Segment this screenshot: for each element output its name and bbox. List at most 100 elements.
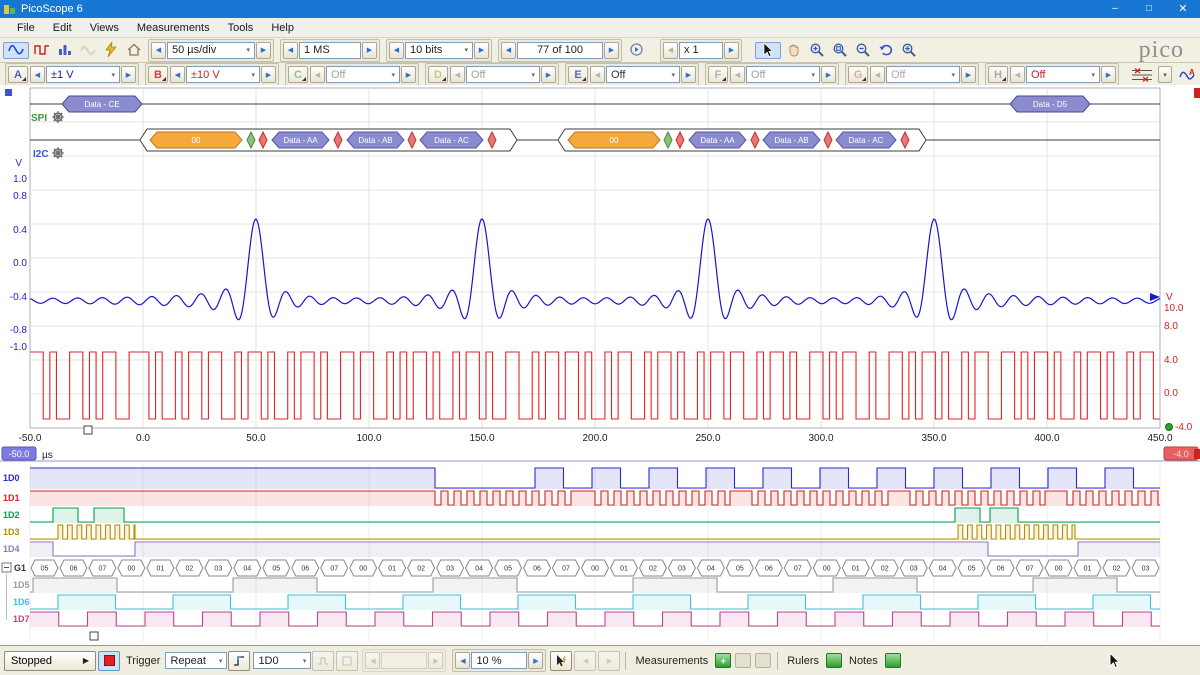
math-channels-button[interactable]: A (1177, 65, 1199, 85)
pretrigger-value (381, 652, 427, 669)
edit-measurement-button[interactable] (735, 653, 751, 668)
channel-G-next-button[interactable]: ▶ (961, 66, 976, 83)
trigger-marker[interactable] (84, 426, 92, 434)
timebase-next-button[interactable]: ▶ (256, 42, 271, 59)
digital-view-button[interactable] (31, 40, 52, 60)
menu-tools[interactable]: Tools (219, 22, 263, 34)
trigger-position-value[interactable]: 10 % (471, 652, 527, 669)
menu-measurements[interactable]: Measurements (128, 22, 219, 34)
channel-C-button[interactable]: C (288, 66, 308, 83)
maximize-button[interactable]: □ (1132, 0, 1166, 18)
channel-H-range-select[interactable]: Off▾ (1026, 66, 1100, 83)
channel-E-next-button[interactable]: ▶ (681, 66, 696, 83)
spectrum-view-button[interactable] (54, 40, 75, 60)
channel-C-next-button[interactable]: ▶ (401, 66, 416, 83)
prev-marker-button[interactable]: ◀ (574, 651, 596, 671)
trigger-mode-select[interactable]: Repeat▾ (165, 652, 227, 669)
channel-C-prev-button[interactable]: ◀ (310, 66, 325, 83)
notes-button[interactable] (885, 653, 901, 668)
waveform-display[interactable]: Data - CEData - D500Data - AAData - ABDa… (0, 85, 1200, 645)
zoom-next-button[interactable]: ▶ (724, 42, 739, 59)
record-button[interactable] (98, 651, 120, 671)
scope-canvas[interactable]: Data - CEData - D500Data - AAData - ABDa… (0, 85, 1200, 645)
channel-D-button[interactable]: D (428, 66, 448, 83)
digital-channels-button[interactable] (1128, 65, 1156, 85)
channel-B-next-button[interactable]: ▶ (261, 66, 276, 83)
channel-H-button[interactable]: H (988, 66, 1008, 83)
menu-file[interactable]: File (8, 22, 44, 34)
channel-A-button[interactable]: A (8, 66, 28, 83)
channel-E-range-select[interactable]: Off▾ (606, 66, 680, 83)
trigger-marker-button[interactable] (550, 651, 572, 671)
timebase-select[interactable]: 50 µs/div▾ (167, 42, 255, 59)
pretrigger-next-button[interactable]: ▶ (428, 652, 443, 669)
close-button[interactable]: ✕ (1166, 0, 1200, 18)
channel-G-prev-button[interactable]: ◀ (870, 66, 885, 83)
menu-views[interactable]: Views (81, 22, 128, 34)
channel-A-prev-button[interactable]: ◀ (30, 66, 45, 83)
overview-handle[interactable] (5, 89, 12, 96)
channel-F-button[interactable]: F (708, 66, 728, 83)
resolution-select[interactable]: 10 bits▾ (405, 42, 473, 59)
channel-H-next-button[interactable]: ▶ (1101, 66, 1116, 83)
samples-prev-button[interactable]: ◀ (283, 42, 298, 59)
hand-tool-button[interactable] (783, 40, 804, 60)
channel-B-button[interactable]: B (148, 66, 168, 83)
zoom-factor-select[interactable]: x 1 (679, 42, 723, 59)
pretrigger-prev-button[interactable]: ◀ (365, 652, 380, 669)
minimize-button[interactable]: – (1098, 0, 1132, 18)
channel-B-prev-button[interactable]: ◀ (170, 66, 185, 83)
resolution-prev-button[interactable]: ◀ (389, 42, 404, 59)
zoom-window-tool-button[interactable] (829, 40, 850, 60)
zoom-prev-button[interactable]: ◀ (663, 42, 678, 59)
zoom-out-tool-button[interactable] (852, 40, 873, 60)
trigger-edge-button[interactable] (228, 651, 250, 671)
scope-view-button[interactable] (3, 42, 29, 59)
probe-wizard-button[interactable] (100, 40, 121, 60)
menu-help[interactable]: Help (262, 22, 303, 34)
channel-D-prev-button[interactable]: ◀ (450, 66, 465, 83)
trigger-props-button[interactable] (336, 651, 358, 671)
undo-zoom-button[interactable] (875, 40, 896, 60)
buffer-navigator-button[interactable] (626, 40, 647, 60)
channel-F-prev-button[interactable]: ◀ (730, 66, 745, 83)
channel-C-range-select[interactable]: Off▾ (326, 66, 400, 83)
timebase-prev-button[interactable]: ◀ (151, 42, 166, 59)
channel-F-range-select[interactable]: Off▾ (746, 66, 820, 83)
channel-E-prev-button[interactable]: ◀ (590, 66, 605, 83)
channel-E-button[interactable]: E (568, 66, 588, 83)
channel-A-next-button[interactable]: ▶ (121, 66, 136, 83)
trigger-position-next-button[interactable]: ▶ (528, 652, 543, 669)
trigger-position-prev-button[interactable]: ◀ (455, 652, 470, 669)
trigger-advanced-button[interactable] (312, 651, 334, 671)
resolution-next-button[interactable]: ▶ (474, 42, 489, 59)
channel-D-range-select[interactable]: Off▾ (466, 66, 540, 83)
channel-A-range-select[interactable]: ±1 V▾ (46, 66, 120, 83)
menu-edit[interactable]: Edit (44, 22, 81, 34)
buffer-select[interactable]: 77 of 100 (517, 42, 603, 59)
trigger-source-select[interactable]: 1D0▾ (253, 652, 311, 669)
persistence-view-button[interactable] (77, 40, 98, 60)
pointer-tool-button[interactable] (755, 42, 781, 59)
digital-trigger-marker[interactable] (90, 632, 98, 640)
buffer-next-button[interactable]: ▶ (604, 42, 619, 59)
channel-H-prev-button[interactable]: ◀ (1010, 66, 1025, 83)
start-stop-button[interactable]: Stopped▶ (4, 651, 96, 671)
channel-G-button[interactable]: G (848, 66, 868, 83)
channel-F-next-button[interactable]: ▶ (821, 66, 836, 83)
channel-B-range-select[interactable]: ±10 V▾ (186, 66, 260, 83)
channel-G-range-select[interactable]: Off▾ (886, 66, 960, 83)
delete-measurement-button[interactable] (755, 653, 771, 668)
digital-channels-caret-button[interactable]: ▾ (1158, 66, 1173, 83)
add-measurement-button[interactable]: + (715, 653, 731, 668)
rulers-button[interactable] (826, 653, 842, 668)
samples-next-button[interactable]: ▶ (362, 42, 377, 59)
home-button[interactable] (123, 40, 144, 60)
mouse-cursor (1108, 652, 1122, 670)
channel-D-next-button[interactable]: ▶ (541, 66, 556, 83)
buffer-prev-button[interactable]: ◀ (501, 42, 516, 59)
next-marker-button[interactable]: ▶ (598, 651, 620, 671)
zoom-full-tool-button[interactable] (898, 40, 919, 60)
samples-select[interactable]: 1 MS (299, 42, 361, 59)
zoom-in-tool-button[interactable] (806, 40, 827, 60)
